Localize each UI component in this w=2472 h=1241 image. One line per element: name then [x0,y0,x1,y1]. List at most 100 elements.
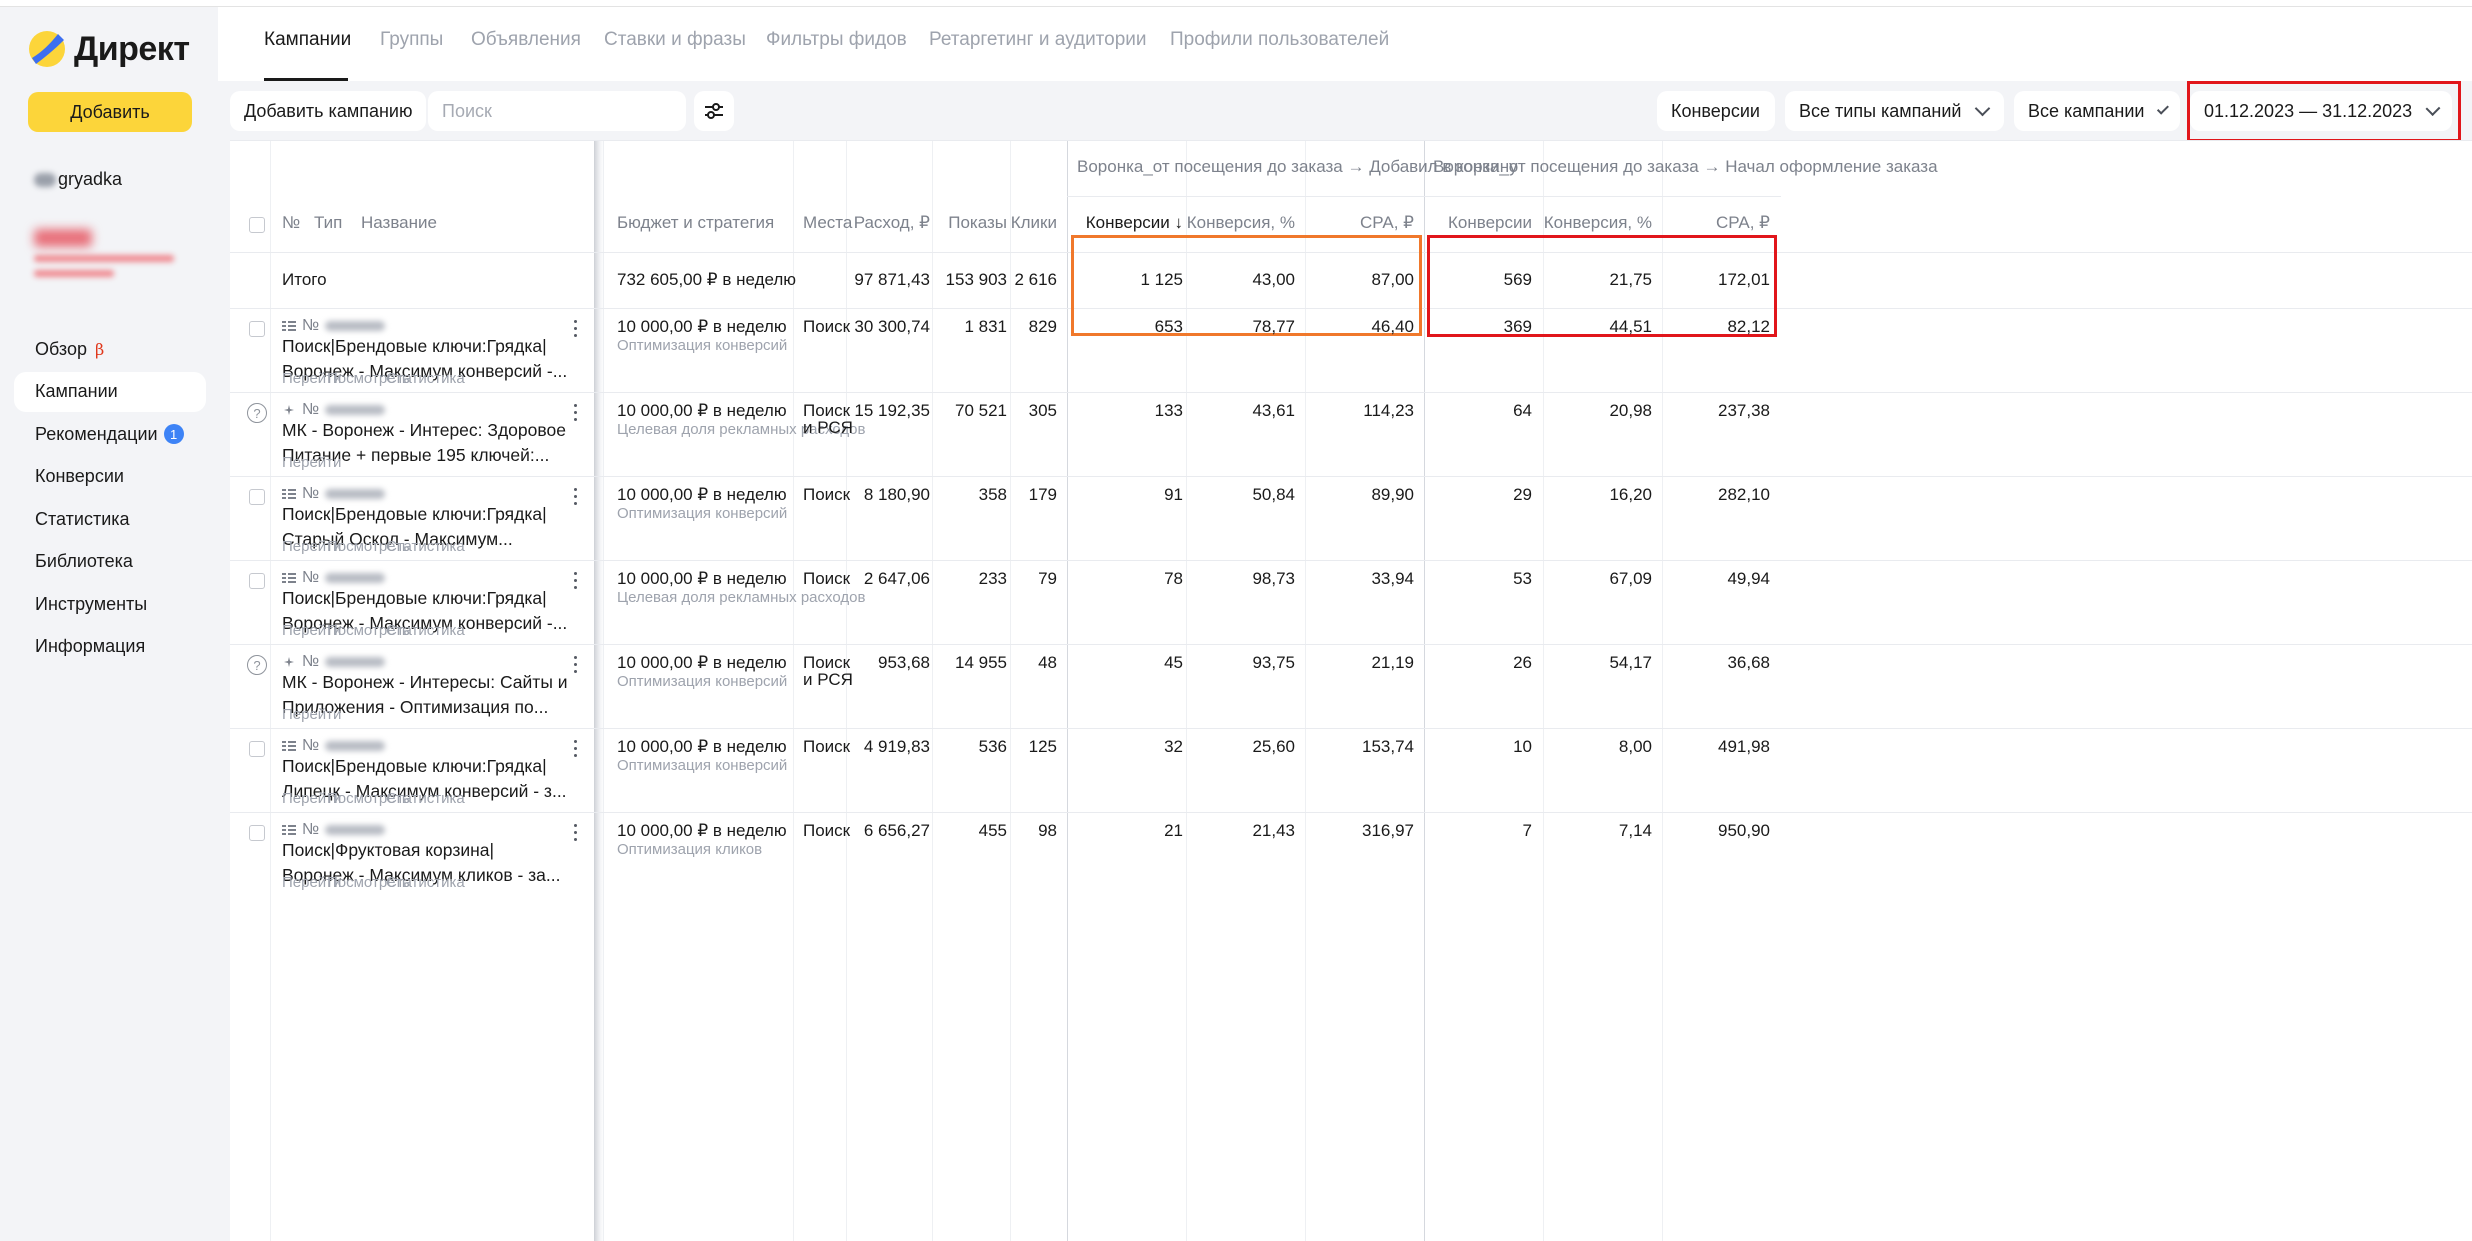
campaign-link[interactable]: Статистика [386,370,465,387]
column-header-number[interactable]: № [282,213,300,233]
column-header-clicks[interactable]: Клики [1011,213,1057,233]
sidebar-item-statistics[interactable]: Статистика [14,499,206,539]
beta-badge: β [95,339,105,359]
cell-conversions-1: 21 [1164,821,1183,840]
cell-conversions-1: 133 [1154,401,1183,420]
campaign-type-and-number: № [282,821,386,839]
logo[interactable]: Директ [28,29,190,69]
row-checkbox[interactable] [249,825,265,841]
column-header-name[interactable]: Название [361,213,437,233]
cell-budget: 10 000,00 ₽ в неделю [617,653,787,672]
sidebar-item-recommendations[interactable]: Рекомендации 1 [14,414,206,454]
sidebar-item-campaigns[interactable]: Кампании [14,371,206,412]
campaign-types-select[interactable]: Все типы кампаний [1785,91,2004,131]
cell-clicks: 125 [1028,737,1057,756]
tab-user-profiles[interactable]: Профили пользователей [1170,29,1389,51]
column-header-spend[interactable]: Расход, ₽ [854,213,930,233]
sidebar-item-label: Библиотека [35,551,133,571]
more-actions-icon[interactable] [574,740,578,758]
cell-shows: 358 [978,485,1007,504]
campaign-type-and-number: № [282,401,386,419]
recommendations-count-badge: 1 [163,424,184,444]
row-checkbox[interactable] [249,321,265,337]
campaign-number-sign: № [302,737,320,754]
cell-conversion-rate-1: 78,77 [1252,317,1295,336]
column-header-conversions-1[interactable]: Конверсии ↓ [1086,213,1183,233]
campaign-link[interactable]: Перейти [282,706,341,723]
campaign-name-line: Поиск|Брендовые ключи:Грядка| [282,504,547,524]
sidebar-item-library[interactable]: Библиотека [14,542,206,582]
cell-cpa-1: 33,94 [1371,569,1414,588]
cell-budget: 10 000,00 ₽ в неделю [617,569,787,588]
sidebar-item-tools[interactable]: Инструменты [14,584,206,624]
search-input[interactable] [428,91,686,131]
cell-cpa-1: 114,23 [1363,401,1414,420]
chevron-down-icon [1975,100,1991,116]
master-campaign-icon [284,404,294,415]
tab-groups[interactable]: Группы [380,29,443,51]
column-header-places[interactable]: Места [803,213,852,233]
campaign-link[interactable]: Перейти [282,454,341,471]
sidebar-item-label: Конверсии [35,466,124,486]
campaign-name-line: Поиск|Брендовые ключи:Грядка| [282,336,547,356]
account-balance-blurred [34,229,174,277]
cell-cpa-2: 36,68 [1727,653,1770,672]
help-icon[interactable]: ? [247,403,267,423]
cell-conversions-2: 10 [1513,737,1532,756]
row-checkbox[interactable] [249,741,265,757]
campaign-name-line: Поиск|Фруктовая корзина| [282,840,495,860]
cell-strategy: Целевая доля рекламных расходов [617,589,866,606]
conversions-button[interactable]: Конверсии [1657,91,1775,131]
cell-places: и РСЯ [803,418,853,437]
sidebar-item-overview[interactable]: Обзор β [14,329,206,369]
campaign-id-blurred [325,404,386,415]
tab-ads[interactable]: Объявления [471,29,581,51]
column-header-conversions-2[interactable]: Конверсии [1448,213,1532,233]
help-icon[interactable]: ? [247,655,267,675]
campaign-link[interactable]: Статистика [386,538,465,555]
column-header-budget[interactable]: Бюджет и стратегия [617,213,774,233]
column-header-cpa-2[interactable]: CPA, ₽ [1716,213,1770,233]
add-campaign-button[interactable]: Добавить кампанию [230,91,427,131]
column-header-shows[interactable]: Показы [948,213,1007,233]
row-checkbox[interactable] [249,573,265,589]
filter-settings-button[interactable] [694,91,734,131]
cell-strategy: Оптимизация конверсий [617,337,788,354]
tab-feed-filters[interactable]: Фильтры фидов [766,29,907,51]
more-actions-icon[interactable] [574,656,578,674]
more-actions-icon[interactable] [574,572,578,590]
cell-strategy: Оптимизация конверсий [617,757,788,774]
campaign-link[interactable]: Статистика [386,622,465,639]
campaign-id-blurred [325,740,386,751]
column-header-type[interactable]: Тип [314,213,342,233]
campaigns-select[interactable]: Все кампании [2014,91,2180,131]
campaign-link[interactable]: Статистика [386,874,465,891]
campaign-id-blurred [325,656,386,667]
more-actions-icon[interactable] [574,824,578,842]
tab-campaigns[interactable]: Кампании [264,29,351,51]
cell-strategy: Оптимизация конверсий [617,505,788,522]
cell-places: и РСЯ [803,670,853,689]
column-header-conversion-rate-2[interactable]: Конверсия, % [1544,213,1652,233]
cell-conversions-1: 653 [1154,317,1183,336]
campaign-name-line: Поиск|Брендовые ключи:Грядка| [282,588,547,608]
row-checkbox[interactable] [249,489,265,505]
column-header-cpa-1[interactable]: CPA, ₽ [1360,213,1414,233]
campaign-name-line: МК - Воронеж - Интерес: Здоровое [282,420,566,440]
select-all-checkbox[interactable] [249,217,265,233]
cell-budget: 10 000,00 ₽ в неделю [617,401,787,420]
add-button[interactable]: Добавить [28,92,192,132]
account-login[interactable]: gryadka [34,169,122,190]
column-header-conversion-rate-1[interactable]: Конверсия, % [1187,213,1295,233]
campaign-type-and-number: № [282,317,386,335]
tab-retargeting[interactable]: Ретаргетинг и аудитории [929,29,1147,51]
campaign-link[interactable]: Статистика [386,790,465,807]
cell-budget: 10 000,00 ₽ в неделю [617,821,787,840]
sidebar-item-conversions[interactable]: Конверсии [14,457,206,497]
more-actions-icon[interactable] [574,404,578,422]
more-actions-icon[interactable] [574,320,578,338]
sidebar-item-info[interactable]: Информация [14,627,206,667]
more-actions-icon[interactable] [574,488,578,506]
tab-bids-phrases[interactable]: Ставки и фразы [604,29,746,51]
row-divider [1067,196,1781,197]
